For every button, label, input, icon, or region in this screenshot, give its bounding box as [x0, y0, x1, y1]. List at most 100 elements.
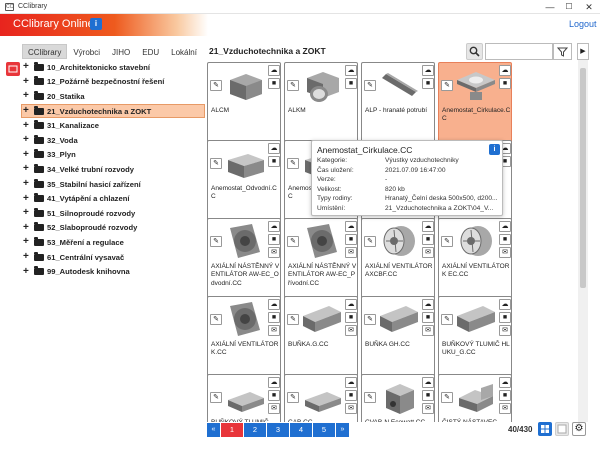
page-next-button[interactable]: » — [336, 423, 350, 437]
logout-link[interactable]: Logout — [569, 19, 597, 29]
maximize-button[interactable]: ☐ — [562, 1, 576, 13]
page-button[interactable]: 1 — [221, 423, 244, 437]
component-card[interactable]: ☁ ■ ✎ ALKM — [284, 62, 358, 145]
folder-open-icon[interactable]: ■ — [499, 312, 511, 323]
download-icon[interactable]: ☁ — [268, 377, 280, 388]
edit-pencil-icon[interactable]: ✎ — [441, 314, 453, 325]
expand-plus-icon[interactable]: + — [23, 76, 32, 87]
download-icon[interactable]: ☁ — [345, 221, 357, 232]
folder-open-icon[interactable]: ■ — [499, 234, 511, 245]
mail-icon[interactable]: ✉ — [499, 403, 511, 414]
page-button[interactable]: 3 — [267, 423, 290, 437]
folder-open-icon[interactable]: ■ — [499, 390, 511, 401]
search-input[interactable] — [485, 43, 553, 60]
download-icon[interactable]: ☁ — [268, 221, 280, 232]
grid-scrollbar[interactable] — [578, 60, 588, 422]
tab-vyrobci[interactable]: Výrobci — [67, 44, 106, 59]
download-icon[interactable]: ☁ — [499, 299, 511, 310]
tab-lokalni[interactable]: Lokální — [165, 44, 203, 59]
tree-item[interactable]: +20_Statika — [21, 89, 205, 104]
mail-icon[interactable]: ✉ — [422, 247, 434, 258]
expand-plus-icon[interactable]: + — [23, 164, 32, 174]
tree-item[interactable]: +53_Měření a regulace — [21, 235, 205, 250]
component-card[interactable]: ☁ ■ ✎ ✉ AXIÁLNÍ VENTILÁTOR K EC.CC — [438, 218, 512, 301]
page-prev-button[interactable]: « — [207, 423, 221, 437]
folder-open-icon[interactable]: ■ — [268, 312, 280, 323]
edit-pencil-icon[interactable]: ✎ — [364, 314, 376, 325]
list-view-button[interactable] — [555, 422, 569, 436]
tree-item[interactable]: +21_Vzduchotechnika a ZOKT — [21, 103, 205, 119]
tree-item[interactable]: +52_Slaboproudé rozvody — [21, 221, 205, 236]
edit-pencil-icon[interactable]: ✎ — [287, 314, 299, 325]
expand-plus-icon[interactable]: + — [23, 120, 32, 131]
edit-pencil-icon[interactable]: ✎ — [287, 80, 299, 91]
grid-view-button[interactable] — [538, 422, 552, 436]
folder-open-icon[interactable]: ■ — [345, 78, 357, 89]
folder-open-icon[interactable]: ■ — [422, 312, 434, 323]
expand-plus-icon[interactable]: + — [23, 222, 32, 233]
close-button[interactable]: ✕ — [582, 1, 596, 13]
mail-icon[interactable]: ✉ — [422, 403, 434, 414]
tooltip-info-button[interactable]: i — [489, 144, 500, 155]
page-button[interactable]: 2 — [244, 423, 267, 437]
expand-panel-button[interactable]: ▶ — [577, 43, 589, 60]
mail-icon[interactable]: ✉ — [345, 403, 357, 414]
tab-jiho[interactable]: JIHO — [106, 44, 136, 59]
component-card[interactable]: ☁ ■ ✎ ✉ BUŇKOVÝ TLUMIČ — [207, 374, 281, 422]
edit-pencil-icon[interactable]: ✎ — [364, 80, 376, 91]
mail-icon[interactable]: ✉ — [268, 247, 280, 258]
download-icon[interactable]: ☁ — [422, 299, 434, 310]
download-icon[interactable]: ☁ — [345, 377, 357, 388]
component-card[interactable]: ☁ ■ ✎ ✉ BUŇKOVÝ TLUMIČ HLUKU_G.CC — [438, 296, 512, 379]
expand-plus-icon[interactable]: + — [23, 135, 32, 145]
mail-icon[interactable]: ✉ — [422, 325, 434, 336]
folder-open-icon[interactable]: ■ — [345, 390, 357, 401]
edit-pencil-icon[interactable]: ✎ — [210, 314, 222, 325]
folder-open-icon[interactable]: ■ — [499, 78, 511, 89]
folder-open-icon[interactable]: ■ — [268, 156, 280, 167]
download-icon[interactable]: ☁ — [268, 65, 280, 76]
mail-icon[interactable]: ✉ — [499, 325, 511, 336]
tab-cclibrary[interactable]: CClibrary — [22, 44, 68, 59]
download-icon[interactable]: ☁ — [345, 299, 357, 310]
edit-pencil-icon[interactable]: ✎ — [210, 236, 222, 247]
component-card[interactable]: ☁ ■ ✎ ✉ AXIÁLNÍ VENTILÁTOR AXCBF.CC — [361, 218, 435, 301]
download-icon[interactable]: ☁ — [422, 377, 434, 388]
page-button[interactable]: 5 — [313, 423, 336, 437]
folder-open-icon[interactable]: ■ — [268, 78, 280, 89]
folder-open-icon[interactable]: ■ — [422, 390, 434, 401]
edit-pencil-icon[interactable]: ✎ — [364, 392, 376, 403]
mail-icon[interactable]: ✉ — [268, 325, 280, 336]
download-icon[interactable]: ☁ — [499, 377, 511, 388]
search-button[interactable] — [466, 43, 483, 60]
edit-pencil-icon[interactable]: ✎ — [210, 158, 222, 169]
component-card[interactable]: ☁ ■ ✎ ✉ BUŇKA GH.CC — [361, 296, 435, 379]
component-card[interactable]: ☁ ■ ✎ ✉ AXIÁLNÍ NÁSTĚNNÝ VENTILÁTOR AW-EC_Př… — [284, 218, 358, 301]
folder-open-icon[interactable]: ■ — [268, 390, 280, 401]
expand-plus-icon[interactable]: + — [23, 266, 32, 277]
collapse-tree-button[interactable] — [6, 62, 20, 76]
edit-pencil-icon[interactable]: ✎ — [364, 236, 376, 247]
folder-open-icon[interactable]: ■ — [268, 234, 280, 245]
mail-icon[interactable]: ✉ — [345, 325, 357, 336]
edit-pencil-icon[interactable]: ✎ — [287, 392, 299, 403]
tree-item[interactable]: +34_Velké trubní rozvody — [21, 162, 205, 177]
component-card[interactable]: ☁ ■ ✎ ✉ BUŇKA.G.CC — [284, 296, 358, 379]
mail-icon[interactable]: ✉ — [499, 247, 511, 258]
component-card[interactable]: ☁ ■ ✎ ✉ AXIÁLNÍ NÁSTĚNNÝ VENTILÁTOR AW-EC_Od… — [207, 218, 281, 301]
component-card[interactable]: ☁ ■ ✎ ✉ AXIÁLNÍ VENTILÁTOR K.CC — [207, 296, 281, 379]
folder-open-icon[interactable]: ■ — [422, 78, 434, 89]
download-icon[interactable]: ☁ — [422, 65, 434, 76]
component-card[interactable]: ☁ ■ ✎ ALCM — [207, 62, 281, 145]
scrollbar-thumb[interactable] — [580, 68, 586, 288]
expand-plus-icon[interactable]: + — [23, 208, 32, 218]
component-card[interactable]: ☁ ■ ✎ ALP - hranaté potrubí — [361, 62, 435, 145]
folder-open-icon[interactable]: ■ — [422, 234, 434, 245]
edit-pencil-icon[interactable]: ✎ — [287, 158, 299, 169]
expand-plus-icon[interactable]: + — [23, 252, 32, 262]
edit-pencil-icon[interactable]: ✎ — [441, 236, 453, 247]
component-card[interactable]: ☁ ■ ✎ ✉ CAB.CC — [284, 374, 358, 422]
component-card[interactable]: ☁ ■ ✎ ✉ ČISTÝ NÁSTAVEC — [438, 374, 512, 422]
folder-open-icon[interactable]: ■ — [345, 312, 357, 323]
tree-item[interactable]: +33_Plyn — [21, 148, 205, 163]
